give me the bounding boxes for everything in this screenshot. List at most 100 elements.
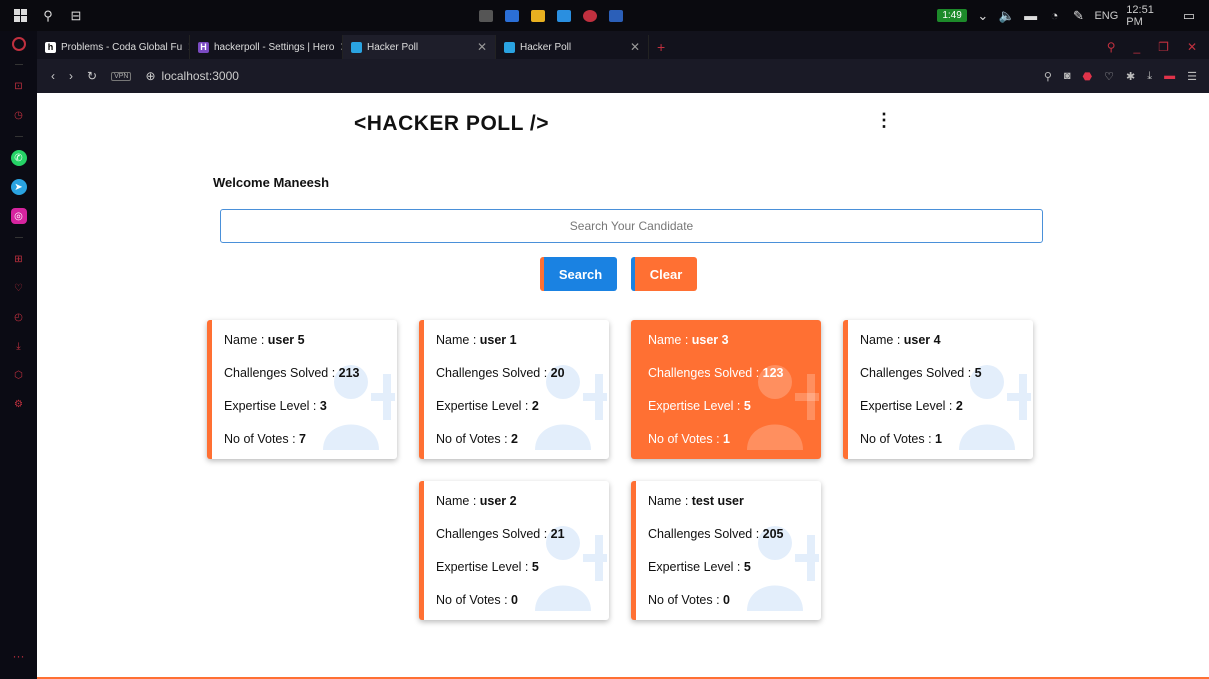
windows-start-icon[interactable] (12, 8, 28, 24)
candidate-card[interactable]: Name : user 3 Challenges Solved : 123 Expe… (631, 320, 821, 459)
browser-tab-active[interactable]: Hacker Poll ✕ (343, 35, 496, 59)
field-value: 1 (723, 432, 730, 446)
browser-tab[interactable]: H hackerpoll - Settings | Hero ✕ (190, 35, 343, 59)
battery-saver-icon[interactable]: ▬ (1164, 70, 1175, 82)
taskbar-app-icon[interactable] (504, 9, 519, 22)
candidate-name: Name : user 5 (224, 332, 397, 365)
candidate-name: Name : user 1 (436, 332, 609, 365)
search-icon[interactable]: ⚲ (1044, 70, 1052, 83)
forward-icon[interactable]: › (69, 69, 73, 83)
vscode-icon[interactable] (556, 9, 571, 22)
candidate-votes: No of Votes : 0 (436, 592, 609, 620)
field-label: Expertise Level : (648, 560, 744, 574)
field-value: test user (691, 494, 744, 508)
browser-tab[interactable]: h Problems - Coda Global Fu ✕ (37, 35, 190, 59)
minimize-icon[interactable]: _ (1133, 40, 1140, 54)
field-label: Challenges Solved : (648, 527, 763, 541)
settings-icon[interactable]: ⚙ (11, 396, 27, 412)
pen-icon[interactable]: ✎ (1071, 8, 1087, 24)
candidate-card[interactable]: Name : user 1 Challenges Solved : 20 Exper… (419, 320, 609, 459)
whatsapp-icon[interactable]: ✆ (10, 150, 27, 166)
field-value: 5 (974, 366, 982, 380)
tab-title: hackerpoll - Settings | Hero (214, 41, 335, 53)
box-icon[interactable]: ⬡ (11, 367, 27, 383)
candidate-card[interactable]: Name : test user Challenges Solved : 205 E… (631, 481, 821, 620)
vpn-badge[interactable]: VPN (111, 71, 132, 81)
field-value: 5 (531, 560, 539, 574)
clock[interactable]: 12:51 PM (1126, 4, 1173, 28)
heart-icon[interactable]: ♡ (1104, 70, 1114, 83)
easy-setup-icon[interactable]: ☰ (1187, 70, 1197, 83)
clear-button[interactable]: Clear (631, 257, 697, 291)
browser-tab[interactable]: Hacker Poll ✕ (496, 35, 649, 59)
browser-tab-bar: h Problems - Coda Global Fu ✕ H hackerpo… (37, 31, 1209, 59)
field-label: No of Votes : (860, 432, 936, 446)
telegram-icon[interactable]: ➤ (10, 179, 27, 195)
candidate-card[interactable]: Name : user 2 Challenges Solved : 21 Exper… (419, 481, 609, 620)
search-input[interactable] (220, 209, 1043, 243)
chevron-up-icon[interactable]: ⌄ (975, 8, 991, 24)
field-value: user 1 (479, 333, 517, 347)
candidate-expertise: Expertise Level : 3 (224, 398, 397, 431)
shield-icon[interactable]: ⬣ (1083, 70, 1093, 83)
candidate-card[interactable]: Name : user 4 Challenges Solved : 5 Expert… (843, 320, 1033, 459)
speed-dial-icon[interactable]: ◷ (11, 107, 27, 123)
tab-title: Hacker Poll (520, 41, 572, 53)
word-icon[interactable] (608, 9, 623, 22)
search-tabs-icon[interactable]: ⚲ (1107, 40, 1116, 54)
candidate-expertise: Expertise Level : 2 (436, 398, 609, 431)
close-window-icon[interactable]: ✕ (1187, 40, 1197, 54)
wifi-icon[interactable]: ◔ (1047, 8, 1063, 24)
extensions-icon[interactable]: ✱ (1126, 70, 1135, 83)
apps-icon[interactable]: ⊞ (11, 251, 27, 267)
new-tab-icon[interactable]: + (649, 35, 673, 59)
field-label: Name : (436, 494, 480, 508)
field-value: 123 (762, 366, 784, 380)
gamepad-icon[interactable]: ⊡ (11, 78, 27, 94)
field-label: Name : (648, 333, 692, 347)
window-controls: ⚲ _ ❐ ✕ (1107, 35, 1209, 59)
camera-icon[interactable]: ◙ (1064, 70, 1071, 82)
close-icon[interactable]: ✕ (477, 40, 487, 54)
task-view-icon[interactable]: ⊟ (68, 8, 84, 24)
taskbar-app-icon[interactable] (478, 9, 493, 22)
candidate-name: Name : user 4 (860, 332, 1033, 365)
restore-icon[interactable]: ❐ (1158, 40, 1169, 54)
candidate-card[interactable]: Name : user 5 Challenges Solved : 213 Expe… (207, 320, 397, 459)
candidate-votes: No of Votes : 0 (648, 592, 821, 620)
heart-icon[interactable]: ♡ (11, 280, 27, 296)
close-icon[interactable]: ✕ (630, 40, 640, 54)
opera-logo-icon[interactable] (11, 37, 26, 51)
back-icon[interactable]: ‹ (51, 69, 55, 83)
field-label: No of Votes : (436, 432, 512, 446)
instagram-icon[interactable]: ◎ (10, 208, 27, 224)
field-value: 213 (338, 366, 360, 380)
field-label: Expertise Level : (436, 399, 532, 413)
field-label: Challenges Solved : (648, 366, 763, 380)
reload-icon[interactable]: ↻ (87, 69, 97, 83)
battery-icon[interactable]: ▬ (1023, 8, 1039, 24)
field-label: Expertise Level : (648, 399, 744, 413)
more-icon[interactable]: ··· (13, 649, 25, 663)
field-value: 1 (935, 432, 942, 446)
opera-icon[interactable] (582, 9, 597, 22)
screen: ⚲ ⊟ 1:49 ⌄ 🔈 ▬ ◔ ✎ ENG 12:51 PM ▭ ⊡ ◷ ✆ … (0, 0, 1209, 679)
candidate-votes: No of Votes : 1 (860, 431, 1033, 459)
search-button[interactable]: Search (540, 257, 617, 291)
candidate-challenges: Challenges Solved : 5 (860, 365, 1033, 398)
download-icon[interactable]: ⤓ (1147, 70, 1152, 83)
react-favicon-icon (351, 41, 362, 53)
field-label: Name : (860, 333, 904, 347)
history-icon[interactable]: ◴ (11, 309, 27, 325)
field-value: 205 (762, 527, 784, 541)
language-indicator[interactable]: ENG (1094, 10, 1118, 22)
url-field[interactable]: localhost:3000 (162, 69, 239, 83)
file-explorer-icon[interactable] (530, 9, 545, 22)
notification-icon[interactable]: ▭ (1181, 8, 1197, 24)
volume-icon[interactable]: 🔈 (999, 8, 1015, 24)
search-icon[interactable]: ⚲ (40, 8, 56, 24)
kebab-menu-icon[interactable]: ⋮ (875, 111, 893, 129)
download-icon[interactable]: ⤓ (11, 338, 27, 354)
field-value: 2 (511, 432, 518, 446)
candidate-challenges: Challenges Solved : 205 (648, 526, 821, 559)
